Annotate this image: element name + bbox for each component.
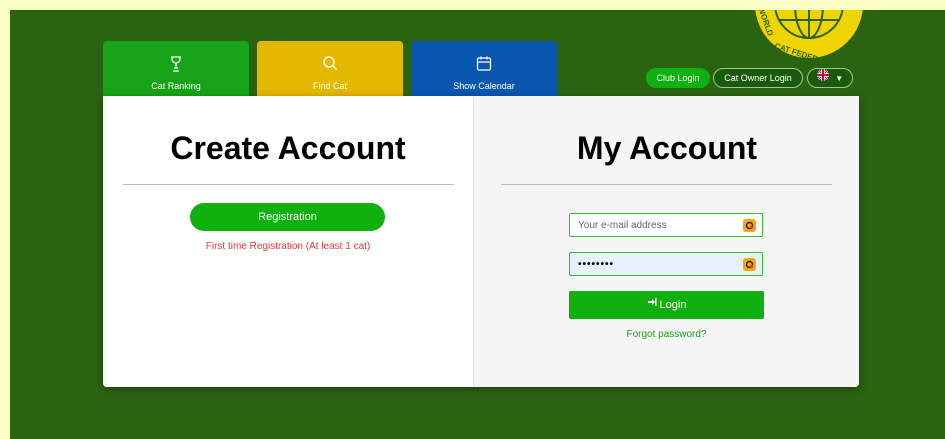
wcf-logo: WORLD CAT FEDERATIO bbox=[755, 10, 863, 62]
password-manager-icon[interactable] bbox=[743, 258, 756, 271]
password-field[interactable]: •••••••• bbox=[569, 252, 763, 276]
login-label: Login bbox=[659, 299, 687, 311]
tab-show-calendar[interactable]: Show Calendar bbox=[411, 41, 557, 97]
tab-label: Show Calendar bbox=[453, 81, 515, 91]
my-account-title: My Account bbox=[576, 130, 758, 166]
forgot-password-link[interactable]: Forgot password? bbox=[569, 329, 764, 340]
email-field[interactable]: Your e-mail address bbox=[569, 213, 763, 237]
chevron-down-icon: ▼ bbox=[835, 74, 844, 83]
login-card: Create Account Registration First time R… bbox=[103, 96, 859, 387]
cat-owner-login-button[interactable]: Cat Owner Login bbox=[713, 68, 803, 88]
club-login-button[interactable]: Club Login bbox=[646, 68, 710, 88]
page-frame: Cat Ranking Find Cat Show Calendar WORLD… bbox=[10, 10, 945, 439]
password-manager-icon[interactable] bbox=[743, 219, 756, 232]
tab-cat-ranking[interactable]: Cat Ranking bbox=[103, 41, 249, 97]
email-placeholder: Your e-mail address bbox=[578, 220, 667, 231]
divider bbox=[123, 184, 454, 185]
trophy-icon bbox=[103, 55, 249, 73]
create-account-title: Create Account bbox=[170, 130, 406, 166]
tab-label: Cat Ranking bbox=[151, 81, 201, 91]
calendar-icon bbox=[411, 55, 557, 73]
search-icon bbox=[257, 55, 403, 73]
registration-note: First time Registration (At least 1 cat) bbox=[205, 241, 371, 252]
sign-in-icon bbox=[647, 290, 657, 318]
registration-button[interactable]: Registration bbox=[190, 203, 385, 231]
uk-flag-icon bbox=[816, 68, 829, 87]
tab-label: Find Cat bbox=[312, 81, 347, 91]
password-value: •••••••• bbox=[578, 259, 615, 270]
login-button[interactable]: Login bbox=[569, 291, 764, 319]
create-account-panel: Create Account Registration First time R… bbox=[103, 96, 473, 387]
language-selector[interactable]: ▼ bbox=[807, 68, 853, 88]
my-account-panel: My Account Your e-mail address •••••••• … bbox=[473, 96, 859, 387]
divider bbox=[501, 184, 832, 185]
tab-find-cat[interactable]: Find Cat bbox=[257, 41, 403, 97]
